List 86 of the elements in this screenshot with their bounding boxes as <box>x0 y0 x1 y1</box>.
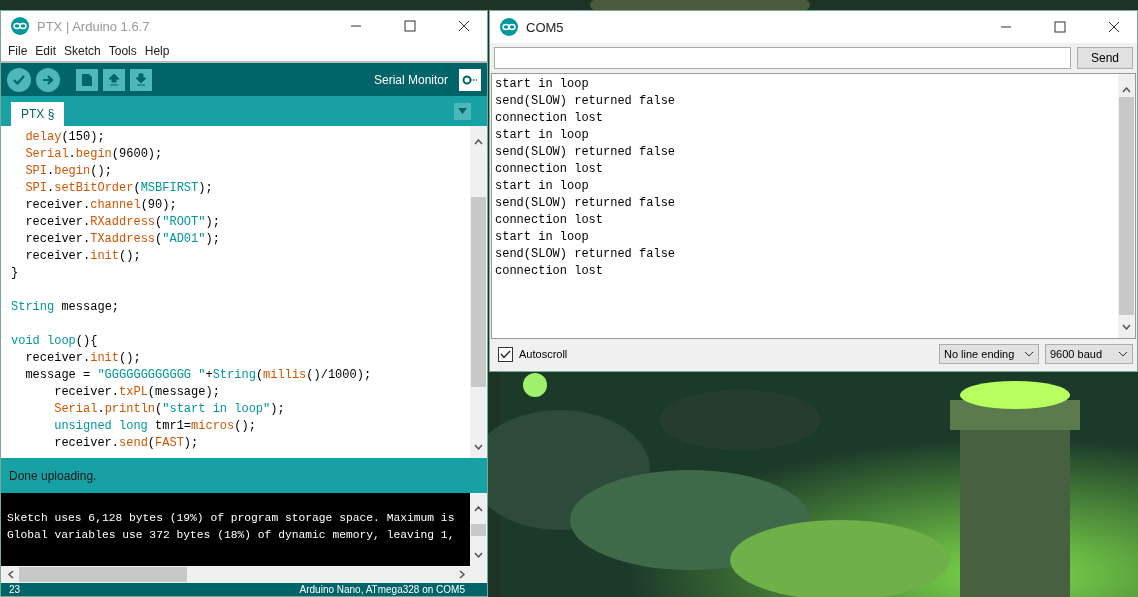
menu-item[interactable]: File <box>4 44 32 58</box>
scrollbar[interactable] <box>470 126 487 458</box>
tab-menu-button[interactable] <box>454 102 471 120</box>
code-line: message = "GGGGGGGGGGGG "+String(millis()/1000); <box>24 367 373 384</box>
menu-item[interactable]: Edit <box>31 44 61 58</box>
arrow-right-icon <box>42 74 54 85</box>
menu-item[interactable]: Sketch <box>60 44 105 58</box>
logo-icon <box>500 18 518 36</box>
code-line: receiver.init(); <box>24 350 142 367</box>
code-line: } <box>11 265 20 282</box>
scroll-up-icon[interactable] <box>474 506 483 512</box>
console-line: Global variables use 372 bytes (18%) of dynamic memory, leaving 1, <box>7 528 456 543</box>
send-input-field[interactable] <box>494 47 1071 69</box>
window-title: PTX | Arduino 1.6.7 <box>37 18 151 34</box>
scrollbar-thumb[interactable] <box>1119 97 1134 315</box>
send-button[interactable]: Send <box>1077 47 1133 69</box>
code-line: receiver.init(); <box>24 248 142 265</box>
code-line: void loop(){ <box>11 333 99 350</box>
menu-item[interactable]: Tools <box>104 44 141 58</box>
maximize-icon <box>404 20 416 32</box>
output-line: connection lost <box>495 212 605 229</box>
logo-icon <box>11 17 29 35</box>
serial-monitor-label: Serial Monitor <box>373 72 448 87</box>
autoscroll-label: Autoscroll <box>519 348 569 360</box>
output-line: connection lost <box>495 263 605 280</box>
scroll-down-icon[interactable] <box>474 444 483 450</box>
menu-item[interactable]: Help <box>140 44 174 58</box>
code-line: Serial.begin(9600); <box>24 146 164 163</box>
upload-button[interactable] <box>36 67 60 92</box>
output-line: start in loop <box>495 229 590 246</box>
scroll-left-icon[interactable] <box>7 570 15 579</box>
save-button[interactable] <box>130 68 152 91</box>
scrollbar[interactable] <box>1118 74 1135 338</box>
output-line: start in loop <box>495 178 590 195</box>
output-line: send(SLOW) returned false <box>495 246 677 263</box>
code-line: unsigned long tmr1=micros(); <box>53 418 257 435</box>
output-line: connection lost <box>495 110 605 127</box>
scroll-down-icon[interactable] <box>1122 324 1131 330</box>
checkmark-icon <box>500 349 511 359</box>
code-line: Serial.println("start in loop"); <box>53 401 286 418</box>
output-line: connection lost <box>495 161 605 178</box>
line-number: 23 <box>9 584 21 595</box>
magnifier-icon <box>462 73 478 86</box>
scroll-right-icon[interactable] <box>458 570 466 579</box>
maximize-icon <box>1054 21 1066 33</box>
arrow-up-icon <box>108 72 120 87</box>
code-line: SPI.begin(); <box>24 163 113 180</box>
code-line: receiver.send(FAST); <box>53 435 200 452</box>
code-line: receiver.channel(90); <box>24 197 178 214</box>
window-title: COM5 <box>526 19 565 35</box>
code-line: receiver.txPL(message); <box>53 384 221 401</box>
board-info: Arduino Nano, ATmega328 on COM5 <box>299 584 465 595</box>
sketch-tab[interactable]: PTX § <box>11 102 65 126</box>
status-message: Done uploading. <box>9 468 97 483</box>
code-line: receiver.RXaddress("ROOT"); <box>24 214 221 231</box>
line-ending-dropdown[interactable]: No line ending <box>939 344 1039 364</box>
scroll-down-icon[interactable] <box>474 552 483 558</box>
baud-rate-dropdown[interactable]: 9600 baud <box>1045 344 1133 364</box>
close-icon <box>1108 21 1120 33</box>
code-line: receiver.TXaddress("AD01"); <box>24 231 221 248</box>
open-button[interactable] <box>103 68 125 91</box>
output-line: send(SLOW) returned false <box>495 93 677 110</box>
new-button[interactable] <box>76 68 98 91</box>
caret-icon <box>1118 351 1128 357</box>
verify-button[interactable] <box>7 67 31 92</box>
checkmark-icon <box>13 74 25 85</box>
close-icon <box>458 20 470 32</box>
scrollbar-thumb[interactable] <box>471 197 486 387</box>
scroll-up-icon[interactable] <box>474 139 483 145</box>
caret-icon <box>1024 351 1034 357</box>
document-icon <box>81 72 93 87</box>
code-line: SPI.setBitOrder(MSBFIRST); <box>24 180 214 197</box>
code-line: delay(150); <box>24 129 106 146</box>
arrow-down-icon <box>135 72 147 87</box>
output-line: send(SLOW) returned false <box>495 144 677 161</box>
serial-monitor-button[interactable] <box>459 68 481 91</box>
console-line: Sketch uses 6,128 bytes (19%) of program storage space. Maximum is <box>7 511 456 526</box>
scrollbar-thumb[interactable] <box>471 523 486 536</box>
code-line: String message; <box>11 299 121 316</box>
output-line: start in loop <box>495 127 590 144</box>
autoscroll-checkbox[interactable] <box>498 346 513 362</box>
scrollbar[interactable] <box>470 493 487 566</box>
output-line: send(SLOW) returned false <box>495 195 677 212</box>
scroll-up-icon[interactable] <box>1122 87 1131 93</box>
triangle-down-icon <box>458 108 467 114</box>
output-line: start in loop <box>495 76 590 93</box>
